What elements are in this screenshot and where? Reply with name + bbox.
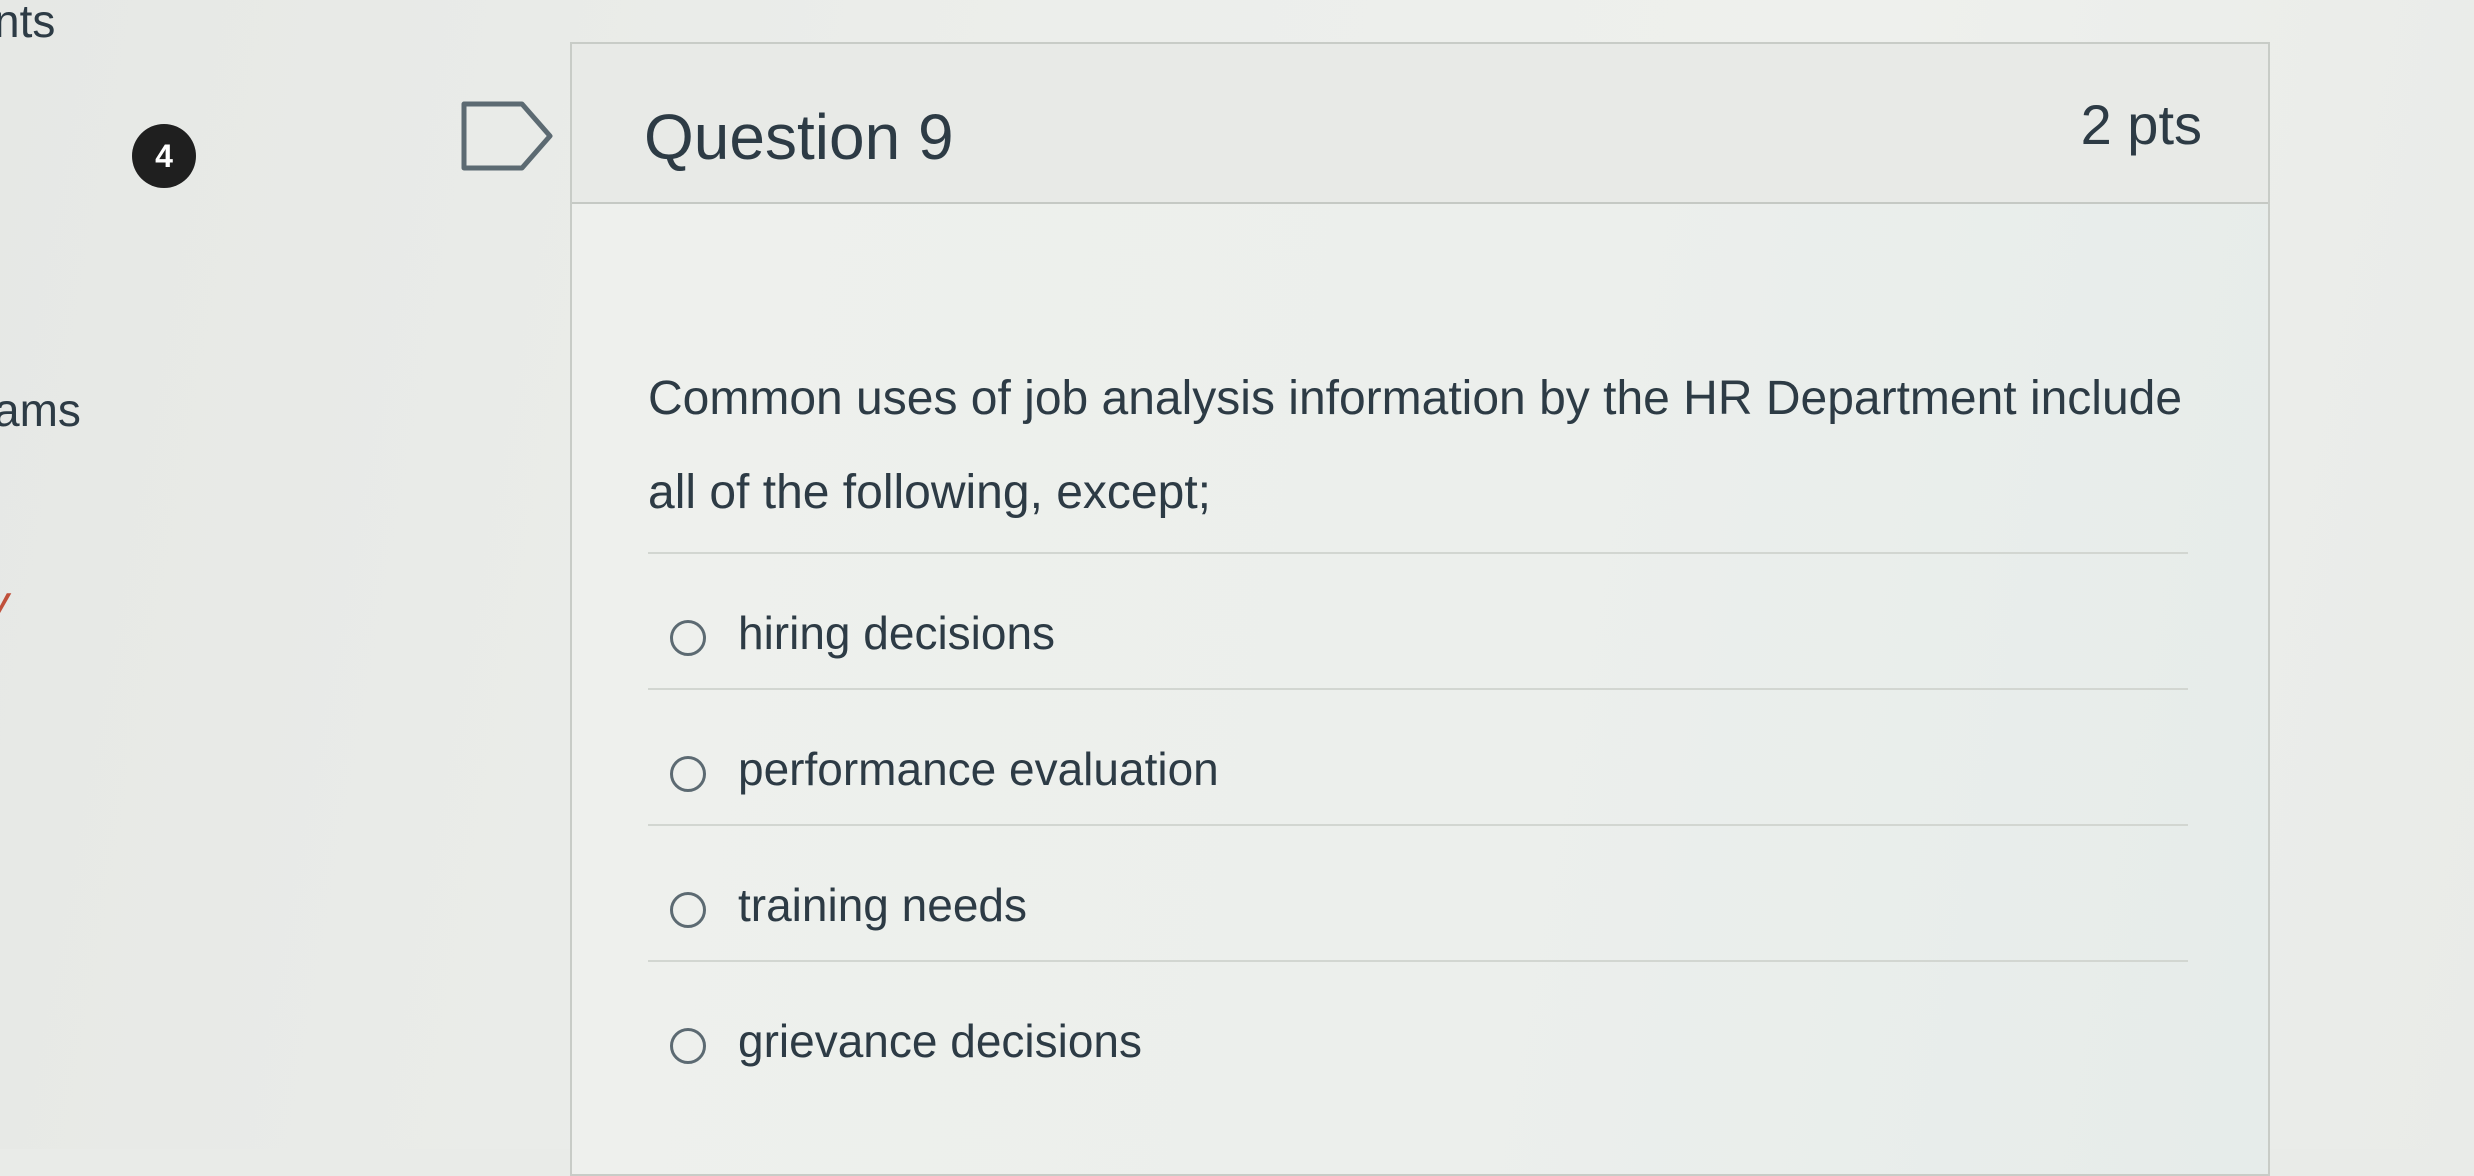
answer-label[interactable]: hiring decisions <box>738 606 1055 660</box>
answer-label[interactable]: performance evaluation <box>738 742 1219 796</box>
question-body: Common uses of job analysis information … <box>572 204 2268 1174</box>
radio-button[interactable] <box>670 892 706 928</box>
question-title: Question 9 <box>644 101 954 173</box>
answer-list: hiring decisions performance evaluation … <box>648 552 2188 1096</box>
question-card: Question 9 2 pts Common uses of job anal… <box>570 42 2270 1176</box>
question-text: Common uses of job analysis information … <box>648 372 2183 519</box>
radio-button[interactable] <box>670 620 706 656</box>
question-points: 2 pts <box>2080 93 2202 156</box>
answer-option[interactable]: grievance decisions <box>648 960 2188 1096</box>
answer-label[interactable]: training needs <box>738 878 1027 932</box>
answer-option[interactable]: performance evaluation <box>648 688 2188 824</box>
question-number-badge: 4 <box>132 124 196 188</box>
course-navigation: nts ams y <box>0 0 140 1149</box>
answer-label[interactable]: grievance decisions <box>738 1014 1142 1068</box>
nav-item-partial-1[interactable]: nts <box>0 0 55 48</box>
question-header: Question 9 2 pts <box>572 44 2268 204</box>
flag-question-icon[interactable] <box>460 100 556 172</box>
nav-item-partial-2[interactable]: ams <box>0 383 81 437</box>
answer-option[interactable]: training needs <box>648 824 2188 960</box>
radio-button[interactable] <box>670 756 706 792</box>
answer-option[interactable]: hiring decisions <box>648 552 2188 688</box>
radio-button[interactable] <box>670 1028 706 1064</box>
nav-item-partial-3[interactable]: y <box>0 575 9 629</box>
